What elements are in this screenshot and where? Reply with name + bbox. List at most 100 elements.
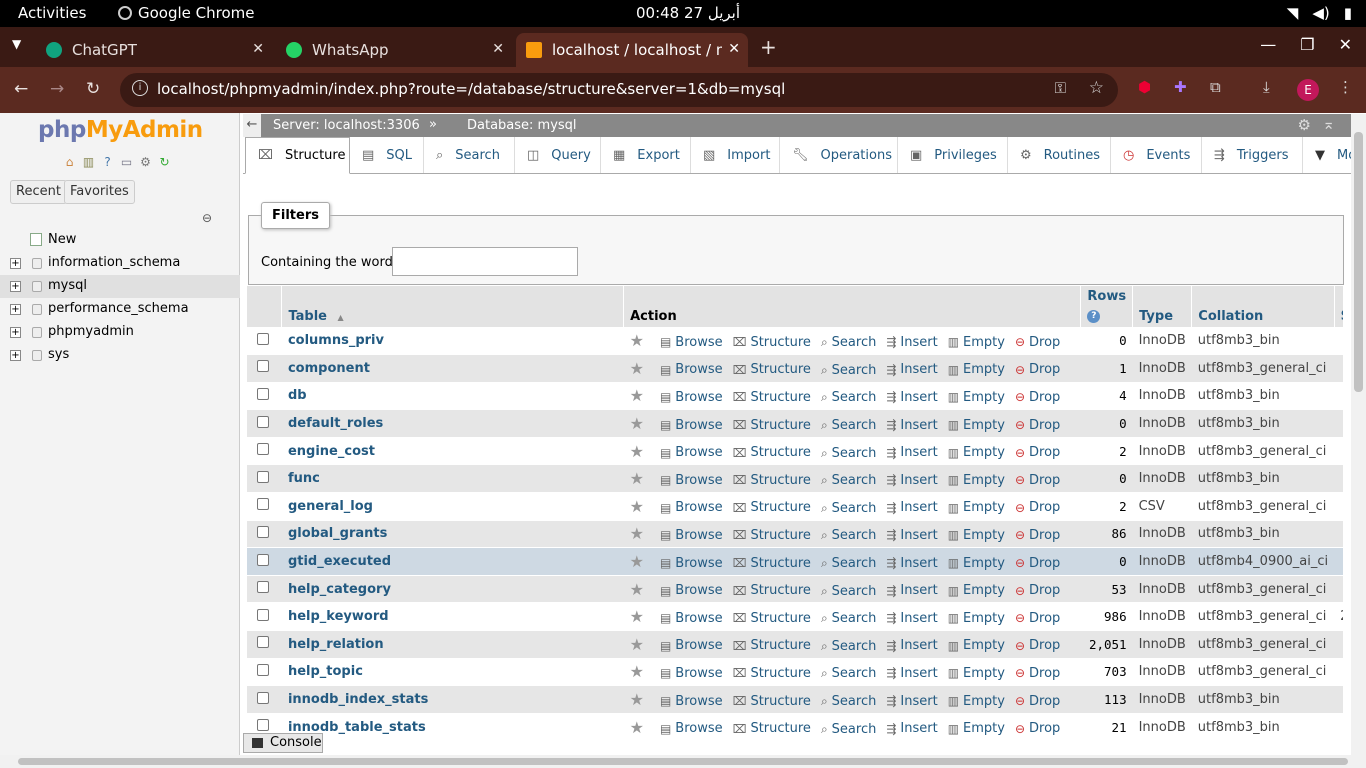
recent-button[interactable]: Recent [10,180,67,204]
reload-button[interactable]: ↻ [86,79,100,99]
table-row[interactable]: general_log ★ ▤ Browse ⌧ Structure ⌕ Search ⇶ Ins… [247,492,1343,521]
search-action[interactable]: ⌕ Search [821,363,876,378]
expand-icon[interactable]: + [10,327,21,338]
table-row[interactable]: component ★ ▤ Browse ⌧ Structure ⌕ Search ⇶ Inser… [247,354,1343,383]
table-name[interactable]: columns_priv [281,327,624,356]
url-text[interactable]: localhost/phpmyadmin/index.php?route=/da… [157,80,785,98]
search-action[interactable]: ⌕ Search [821,584,876,599]
new-database-item[interactable]: New [0,229,240,252]
row-checkbox[interactable] [257,719,269,732]
favorite-star-icon[interactable]: ★ [630,690,644,709]
search-action[interactable]: ⌕ Search [821,666,876,681]
home-icon[interactable]: ⌂ [62,155,77,170]
structure-action[interactable]: ⌧ Structure [733,445,811,460]
settings-gear-icon[interactable]: ⚙ [138,155,153,170]
favorite-star-icon[interactable]: ★ [630,524,644,543]
row-checkbox[interactable] [257,608,269,621]
row-checkbox[interactable] [257,663,269,676]
table-row[interactable]: innodb_table_stats ★ ▤ Browse ⌧ Structure ⌕ Sea… [247,713,1343,741]
favorite-star-icon[interactable]: ★ [630,497,644,516]
browse-action[interactable]: ▤ Browse [660,638,723,653]
table-row[interactable]: innodb_index_stats ★ ▤ Browse ⌧ Structure ⌕ Sea… [247,685,1343,714]
extensions-puzzle-icon[interactable]: ⧉ [1210,78,1221,96]
browse-action[interactable]: ▤ Browse [660,528,723,543]
download-icon[interactable]: ⤓ [1263,78,1270,96]
row-checkbox[interactable] [257,498,269,511]
table-name[interactable]: default_roles [281,409,624,438]
expand-icon[interactable]: + [10,350,21,361]
table-row[interactable]: default_roles ★ ▤ Browse ⌧ Structure ⌕ Search ⇶ I… [247,409,1343,438]
vertical-scrollbar[interactable] [1351,114,1366,755]
close-tab-icon[interactable]: ✕ [252,41,264,57]
insert-action[interactable]: ⇶ Insert [886,583,937,598]
insert-action[interactable]: ⇶ Insert [886,418,937,433]
table-row[interactable]: global_grants ★ ▤ Browse ⌧ Structure ⌕ Search ⇶ I… [247,520,1343,549]
chrome-menu-icon[interactable]: ⋮ [1338,78,1353,96]
empty-action[interactable]: ▥ Empty [948,445,1005,460]
row-checkbox[interactable] [257,581,269,594]
favorites-button[interactable]: Favorites [64,180,135,204]
structure-action[interactable]: ⌧ Structure [733,721,811,736]
tab-operations[interactable]: 🔧︎ Operations [780,137,898,173]
browse-action[interactable]: ▤ Browse [660,390,723,405]
insert-action[interactable]: ⇶ Insert [886,335,937,350]
browse-action[interactable]: ▤ Browse [660,500,723,515]
reload-nav-icon[interactable]: ↻ [157,155,172,170]
table-name[interactable]: general_log [281,492,624,521]
drop-action[interactable]: ⊖ Drop [1015,445,1060,460]
horizontal-scroll-thumb[interactable] [18,758,1348,765]
browse-action[interactable]: ▤ Browse [660,335,723,350]
table-name[interactable]: db [281,382,624,411]
structure-action[interactable]: ⌧ Structure [733,583,811,598]
structure-action[interactable]: ⌧ Structure [733,666,811,681]
empty-action[interactable]: ▥ Empty [948,611,1005,626]
table-name[interactable]: help_keyword [281,602,624,632]
browse-action[interactable]: ▤ Browse [660,611,723,626]
structure-action[interactable]: ⌧ Structure [733,390,811,405]
db-item-sys[interactable]: + sys [0,344,240,367]
empty-action[interactable]: ▥ Empty [948,583,1005,598]
tab-phpmyadmin[interactable]: localhost / localhost / my ✕ [516,33,748,67]
empty-action[interactable]: ▥ Empty [948,362,1005,377]
empty-action[interactable]: ▥ Empty [948,721,1005,736]
empty-action[interactable]: ▥ Empty [948,694,1005,709]
size-column-header[interactable]: S [1334,286,1343,327]
favorite-star-icon[interactable]: ★ [630,552,644,571]
table-name[interactable]: help_relation [281,630,624,659]
favorite-star-icon[interactable]: ★ [630,359,644,378]
horizontal-scrollbar[interactable] [0,755,1366,768]
table-row[interactable]: help_topic ★ ▤ Browse ⌧ Structure ⌕ Search ⇶ Inse… [247,658,1343,687]
empty-action[interactable]: ▥ Empty [948,473,1005,488]
insert-action[interactable]: ⇶ Insert [886,362,937,377]
insert-action[interactable]: ⇶ Insert [886,500,937,515]
filter-word-input[interactable] [392,247,578,276]
bookmark-star-icon[interactable]: ☆ [1089,78,1104,98]
empty-action[interactable]: ▥ Empty [948,638,1005,653]
insert-action[interactable]: ⇶ Insert [886,694,937,709]
favorite-star-icon[interactable]: ★ [630,414,644,433]
search-action[interactable]: ⌕ Search [821,501,876,516]
tab-search[interactable]: ⌕ Search [424,137,515,173]
expand-icon[interactable]: + [10,304,21,315]
breadcrumb-database[interactable]: Database: mysql [467,118,577,133]
table-name[interactable]: global_grants [281,520,624,549]
search-action[interactable]: ⌕ Search [821,611,876,626]
activities-button[interactable]: Activities [18,4,86,22]
drop-action[interactable]: ⊖ Drop [1015,362,1060,377]
db-item-information-schema[interactable]: + information_schema [0,252,240,275]
collapse-nav-icon[interactable]: ← [243,114,261,137]
row-checkbox[interactable] [257,636,269,649]
insert-action[interactable]: ⇶ Insert [886,473,937,488]
maximize-button[interactable]: ❐ [1300,35,1314,54]
insert-action[interactable]: ⇶ Insert [886,611,937,626]
tab-privileges[interactable]: ▣ Privileges [898,137,1008,173]
search-action[interactable]: ⌕ Search [821,418,876,433]
table-row[interactable]: gtid_executed ★ ▤ Browse ⌧ Structure ⌕ Search ⇶ I… [247,547,1343,576]
drop-action[interactable]: ⊖ Drop [1015,666,1060,681]
table-row[interactable]: help_relation ★ ▤ Browse ⌧ Structure ⌕ Search ⇶ I… [247,630,1343,659]
favorite-star-icon[interactable]: ★ [630,635,644,654]
row-checkbox[interactable] [257,332,269,345]
search-action[interactable]: ⌕ Search [821,473,876,488]
ublock-icon[interactable]: ⬢ [1138,78,1151,96]
tab-export[interactable]: ▦ Export [601,137,691,173]
